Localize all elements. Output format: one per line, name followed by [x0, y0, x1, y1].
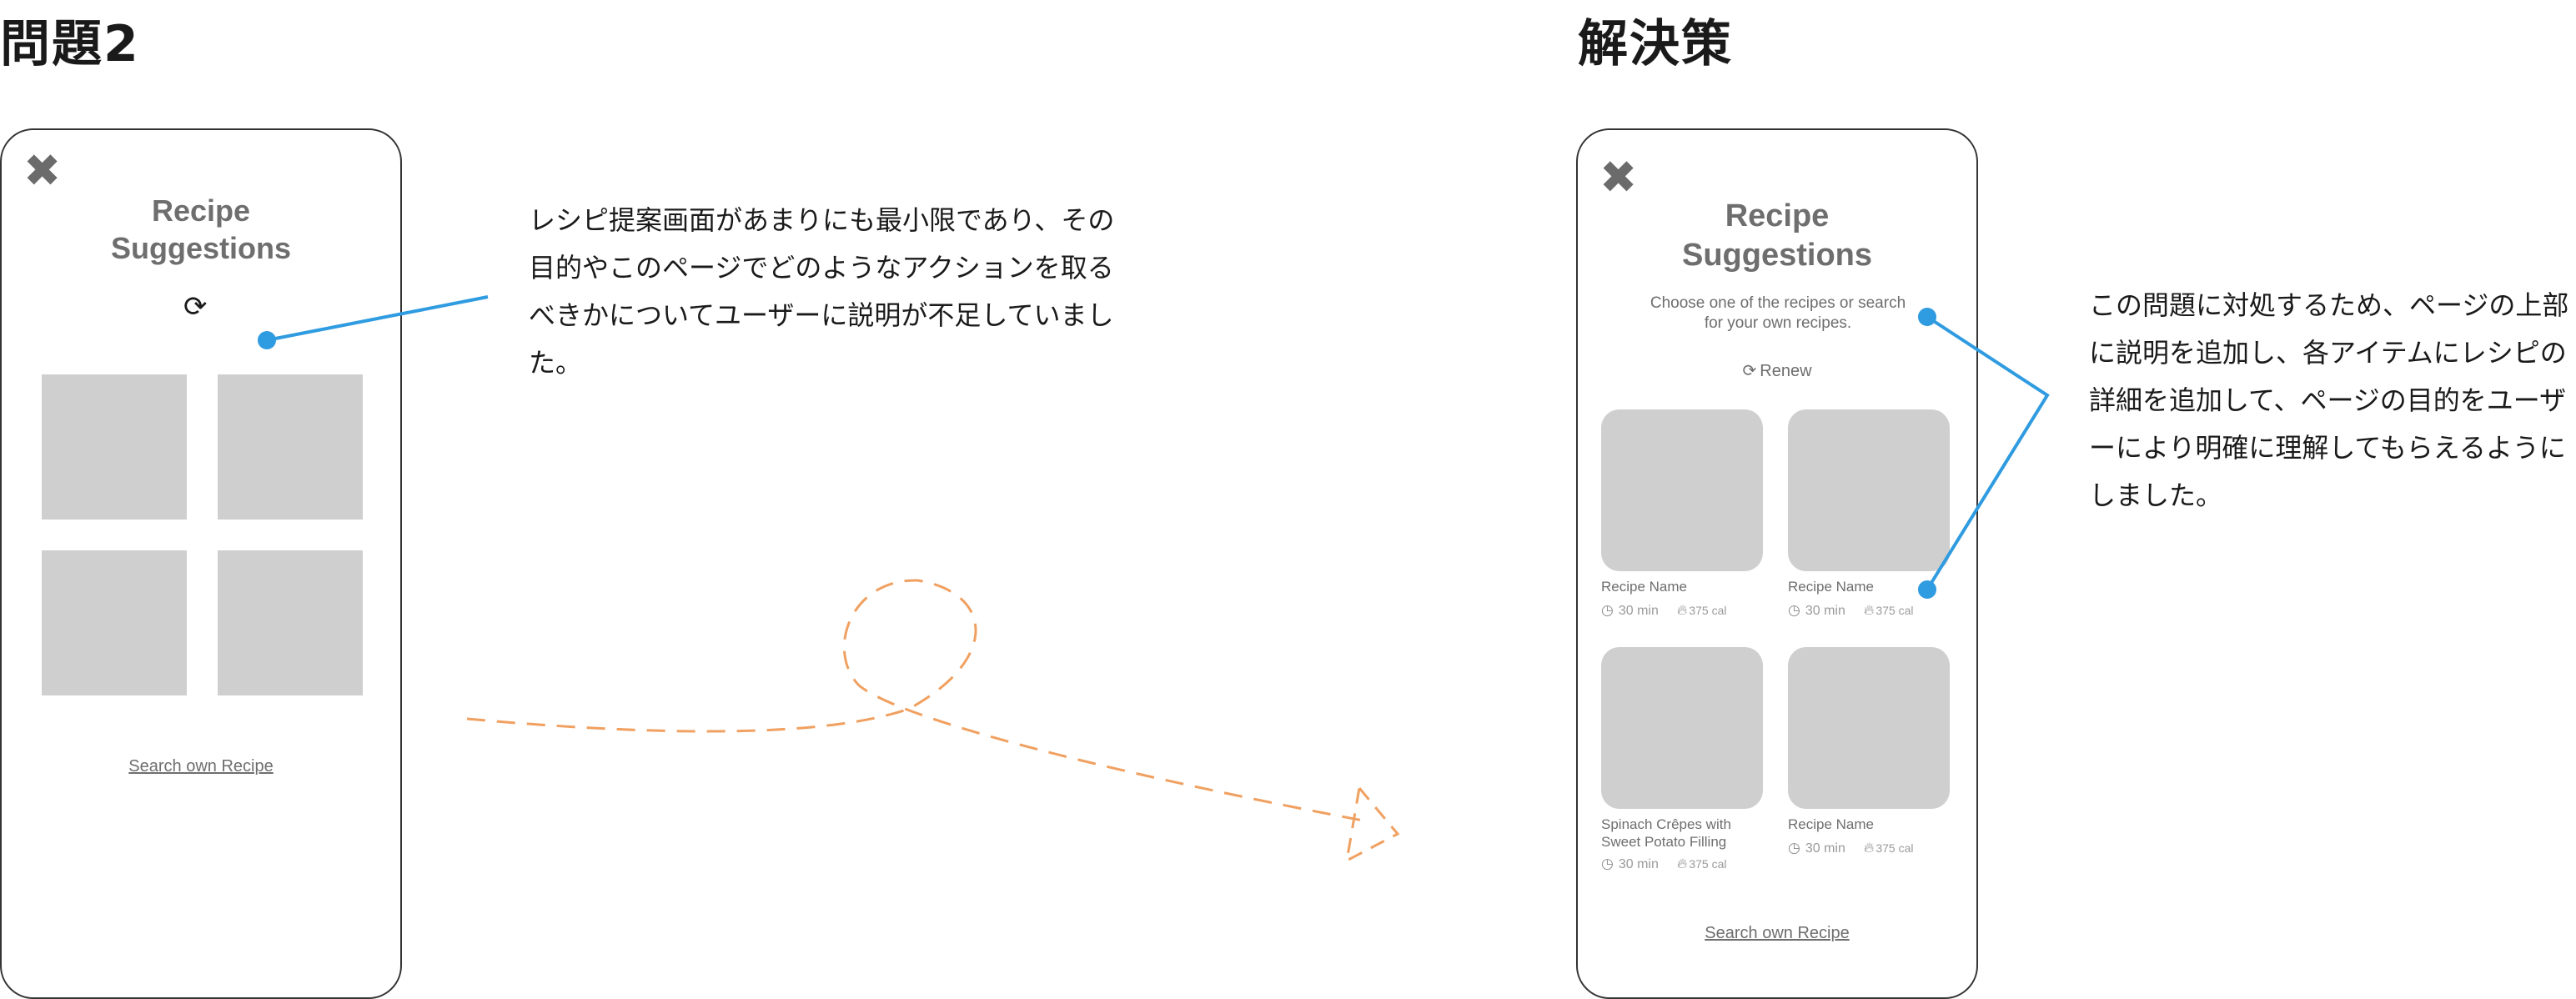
connector-dot: [1918, 580, 1936, 599]
connector-dot: [1918, 308, 1936, 326]
arrow-head: [1345, 785, 1400, 863]
flow-arrow: [466, 579, 1368, 823]
annotation-connectors: [258, 295, 2050, 863]
connector-line: [1926, 315, 2050, 591]
connector-line: [266, 295, 489, 342]
connector-dot: [258, 331, 276, 349]
